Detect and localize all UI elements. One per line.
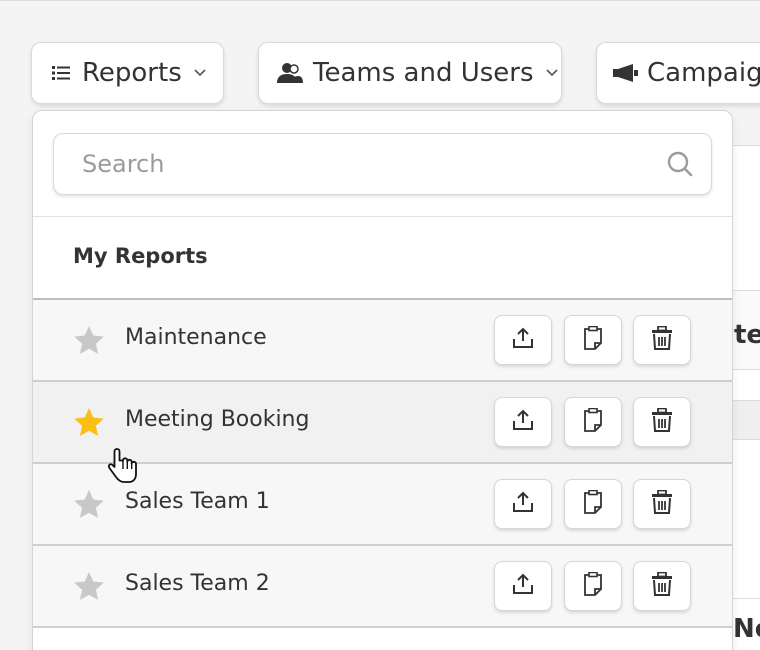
divider: [33, 216, 732, 217]
megaphone-icon: [613, 64, 639, 82]
copy-button[interactable]: [564, 561, 622, 611]
tab-campaigns[interactable]: Campaign: [596, 42, 760, 104]
tab-teams-and-users[interactable]: Teams and Users: [258, 42, 562, 104]
tab-campaigns-label: Campaign: [647, 58, 760, 88]
trash-icon: [651, 325, 673, 354]
copy-icon: [583, 489, 603, 518]
search-input[interactable]: [82, 150, 662, 178]
section-title: My Reports: [73, 244, 208, 268]
delete-button[interactable]: [633, 315, 691, 365]
copy-icon: [583, 571, 603, 600]
tab-reports[interactable]: Reports: [31, 42, 224, 104]
reports-dropdown: My Reports Maintenance Meeting Booking: [32, 110, 733, 650]
hand-pointer-cursor: [107, 447, 140, 489]
trash-icon: [651, 489, 673, 518]
chevron-down-icon: [194, 69, 206, 77]
report-name: Meeting Booking: [125, 407, 310, 432]
chevron-down-icon: [545, 69, 558, 77]
export-icon: [512, 491, 534, 517]
copy-button[interactable]: [564, 479, 622, 529]
star-icon[interactable]: [73, 489, 105, 523]
export-button[interactable]: [494, 479, 552, 529]
copy-icon: [583, 325, 603, 354]
star-icon[interactable]: [73, 325, 105, 359]
trash-icon: [651, 571, 673, 600]
export-button[interactable]: [494, 397, 552, 447]
background-text-fragment: No: [733, 614, 760, 644]
report-row[interactable]: Maintenance: [33, 300, 732, 382]
background-text-fragment: te): [734, 320, 760, 350]
report-name: Sales Team 2: [125, 571, 270, 596]
delete-button[interactable]: [633, 479, 691, 529]
tab-reports-label: Reports: [82, 58, 182, 88]
copy-button[interactable]: [564, 397, 622, 447]
search-box: [53, 133, 712, 195]
export-icon: [512, 409, 534, 435]
report-name: Maintenance: [125, 325, 267, 350]
star-icon[interactable]: [73, 407, 105, 441]
search-icon[interactable]: [667, 151, 693, 181]
export-button[interactable]: [494, 315, 552, 365]
delete-button[interactable]: [633, 397, 691, 447]
export-icon: [512, 327, 534, 353]
report-name: Sales Team 1: [125, 489, 270, 514]
report-row[interactable]: Sales Team 2: [33, 546, 732, 628]
list-icon: [52, 65, 70, 81]
user-group-icon: [277, 62, 303, 84]
tab-teams-label: Teams and Users: [313, 58, 534, 88]
copy-icon: [583, 407, 603, 436]
delete-button[interactable]: [633, 561, 691, 611]
copy-button[interactable]: [564, 315, 622, 365]
top-border: [0, 0, 760, 1]
trash-icon: [651, 407, 673, 436]
export-button[interactable]: [494, 561, 552, 611]
export-icon: [512, 573, 534, 599]
star-icon[interactable]: [73, 571, 105, 605]
